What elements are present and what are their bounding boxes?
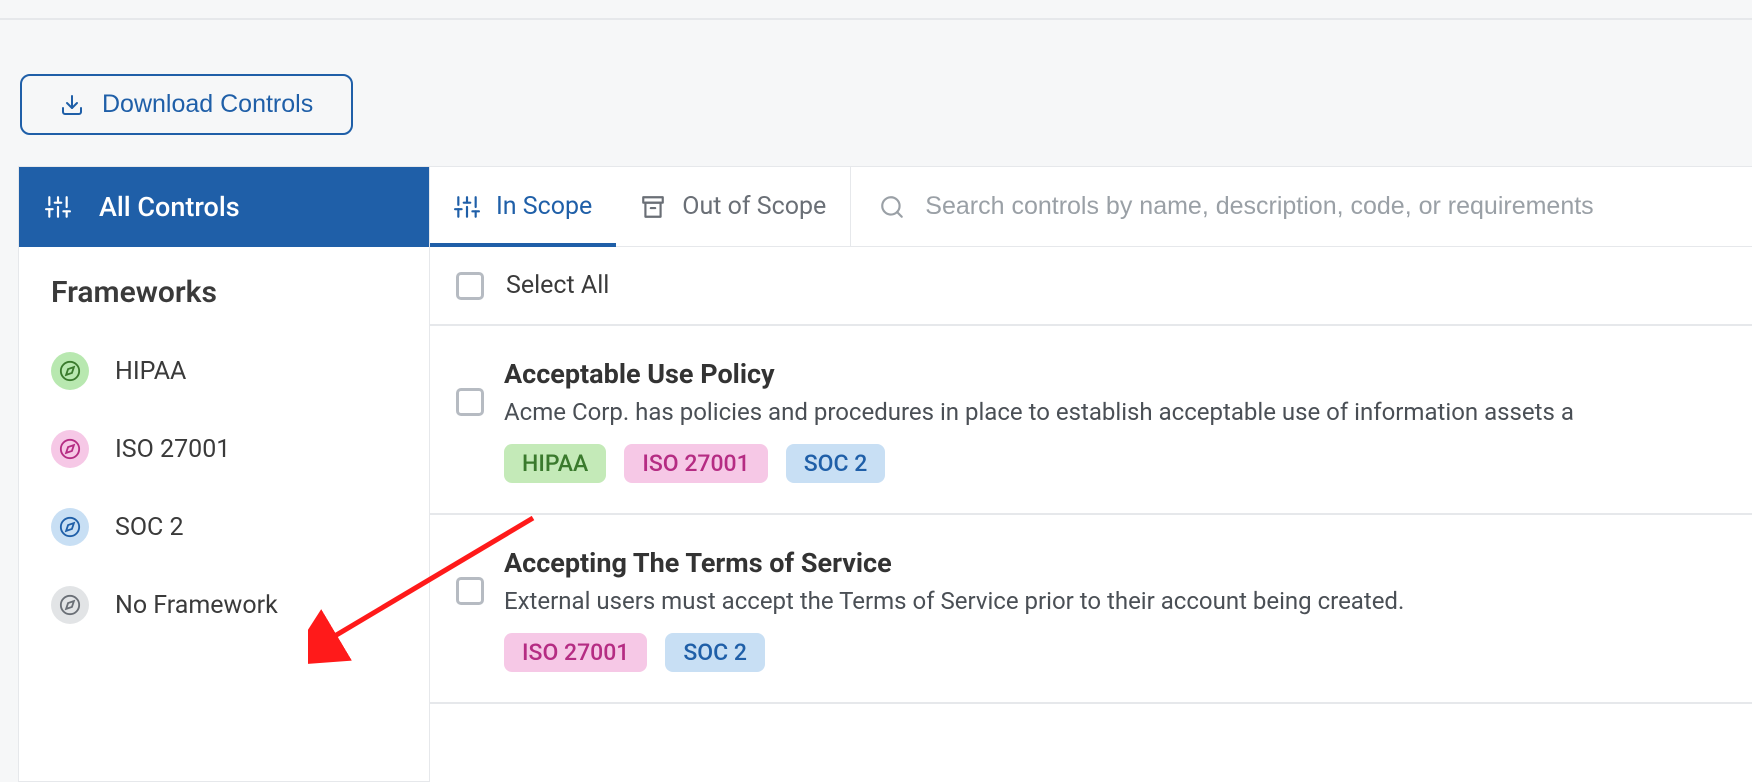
control-description: External users must accept the Terms of … [504,587,1726,615]
main-panel: In Scope Out of Scope [430,166,1752,782]
framework-tag: HIPAA [504,444,606,483]
control-title: Acceptable Use Policy [504,358,1726,390]
control-description: Acme Corp. has policies and procedures i… [504,398,1726,426]
search-input[interactable] [925,192,1724,221]
framework-tag: SOC 2 [786,444,886,483]
tab-in-scope-label: In Scope [496,192,592,221]
framework-tag: ISO 27001 [624,444,767,483]
control-title: Accepting The Terms of Service [504,547,1726,579]
search-wrap [851,167,1752,246]
framework-label: HIPAA [115,357,186,386]
tab-out-of-scope[interactable]: Out of Scope [616,167,851,246]
sliders-icon [45,194,71,220]
compass-icon [59,516,81,538]
archive-icon [640,194,666,220]
search-icon [879,194,905,220]
tab-in-scope[interactable]: In Scope [430,167,616,246]
sidebar-all-controls[interactable]: All Controls [19,167,429,247]
framework-label: ISO 27001 [115,435,230,464]
select-all-label: Select All [506,271,609,300]
control-checkbox[interactable] [456,388,484,416]
sidebar-framework-item[interactable]: No Framework [19,566,429,644]
topbar: In Scope Out of Scope [430,167,1752,247]
download-icon [60,93,84,117]
select-all-row: Select All [430,247,1752,326]
sidebar-framework-item[interactable]: ISO 27001 [19,410,429,488]
compass-icon [59,438,81,460]
framework-tag: ISO 27001 [504,633,647,672]
all-controls-label: All Controls [99,191,240,223]
framework-label: No Framework [115,591,278,620]
control-item[interactable]: Accepting The Terms of Service External … [430,515,1752,704]
control-tags: ISO 27001 SOC 2 [504,633,1726,672]
control-checkbox[interactable] [456,577,484,605]
sidebar-framework-item[interactable]: HIPAA [19,332,429,410]
sliders-icon [454,194,480,220]
select-all-checkbox[interactable] [456,272,484,300]
compass-icon [59,594,81,616]
frameworks-header: Frameworks [19,247,429,332]
framework-tag: SOC 2 [665,633,765,672]
tab-out-of-scope-label: Out of Scope [682,192,826,221]
download-controls-label: Download Controls [102,90,313,119]
scope-tabs: In Scope Out of Scope [430,167,851,246]
compass-icon [59,360,81,382]
framework-label: SOC 2 [115,513,184,542]
framework-icon-wrap [51,352,89,390]
framework-icon-wrap [51,508,89,546]
control-tags: HIPAA ISO 27001 SOC 2 [504,444,1726,483]
sidebar: All Controls Frameworks HIPAA ISO 27001 … [18,166,430,782]
framework-icon-wrap [51,430,89,468]
control-item[interactable]: Acceptable Use Policy Acme Corp. has pol… [430,326,1752,515]
download-controls-button[interactable]: Download Controls [20,74,353,135]
sidebar-framework-item[interactable]: SOC 2 [19,488,429,566]
framework-icon-wrap [51,586,89,624]
top-divider [0,18,1752,20]
